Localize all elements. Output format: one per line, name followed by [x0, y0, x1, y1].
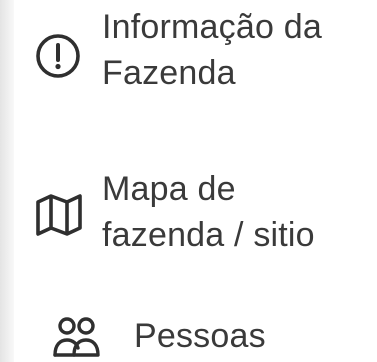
sidebar-item-farm-info[interactable]: Informação da Fazenda — [14, 0, 377, 120]
sidebar-item-label: Mapa de fazenda / sitio — [102, 170, 315, 254]
users-icon — [52, 315, 102, 359]
info-circle-icon — [34, 32, 82, 80]
sidebar-edge — [0, 0, 14, 362]
sidebar-item-people[interactable]: Pessoas — [14, 305, 377, 362]
sidebar-item-label: Pessoas — [134, 317, 266, 355]
sidebar-item-label: Informação da Fazenda — [102, 8, 322, 92]
map-icon — [34, 190, 84, 240]
sidebar-item-farm-map[interactable]: Mapa de fazenda / sitio — [14, 160, 377, 270]
